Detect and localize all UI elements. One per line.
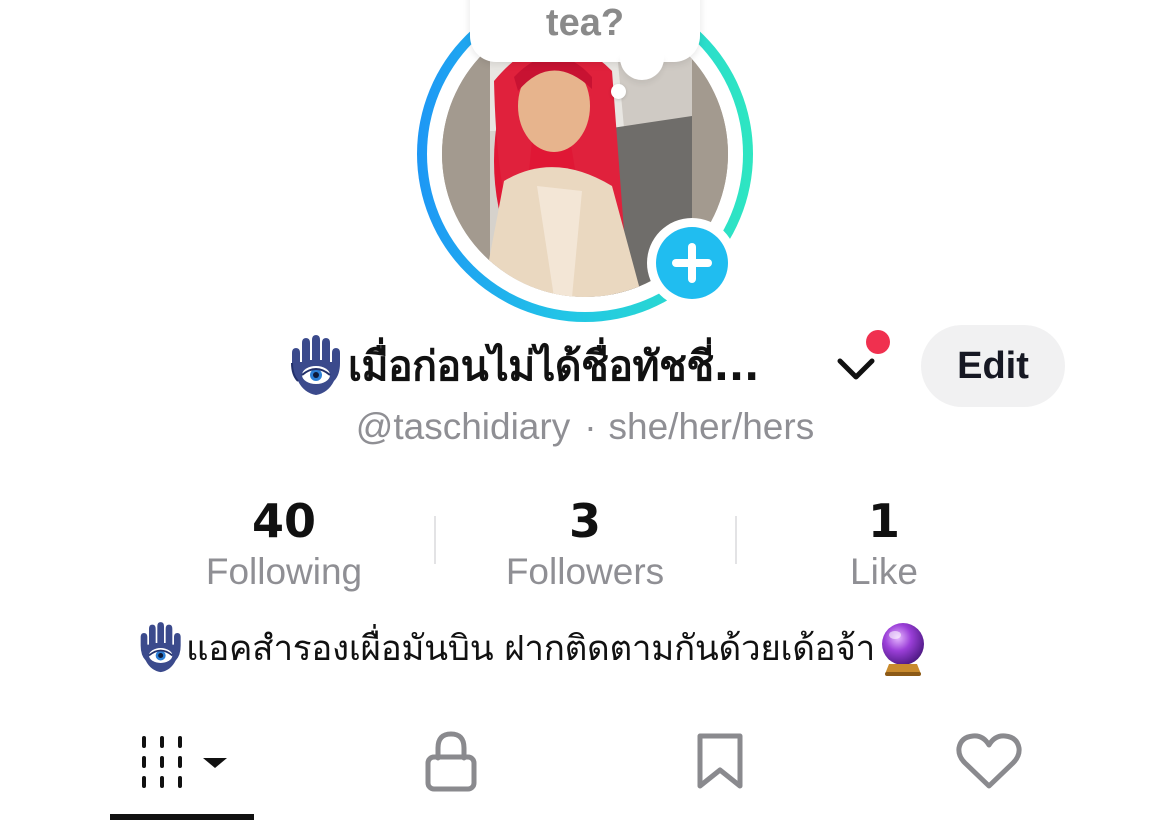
username-row: @taschidiary · she/her/hers xyxy=(0,406,1170,448)
caret-down-icon xyxy=(203,758,227,768)
username: @taschidiary xyxy=(355,406,571,447)
edit-profile-button[interactable]: Edit xyxy=(921,325,1065,407)
story-note-bubble[interactable]: tea? xyxy=(470,0,700,62)
tab-videos[interactable] xyxy=(110,722,254,820)
profile-display-name: เมื่อก่อนไม่ได้ชื่อทัชชี่... xyxy=(348,341,759,390)
bio[interactable]: แอคสำรองเผื่อมันบิน ฝากติดตามกันด้วยเด้อ… xyxy=(134,620,929,676)
following-count: 40 xyxy=(251,494,316,548)
stat-likes[interactable]: 1 Like xyxy=(734,494,1034,596)
stat-following[interactable]: 40 Following xyxy=(134,494,434,596)
crystal-ball-icon xyxy=(881,623,924,676)
following-label: Following xyxy=(205,551,363,592)
username-separator: · xyxy=(584,406,597,447)
add-story-circle xyxy=(656,227,728,299)
bookmark-icon xyxy=(697,733,743,789)
plus-icon xyxy=(672,243,712,283)
hamsa-icon xyxy=(291,335,340,395)
followers-label: Followers xyxy=(505,551,665,592)
stat-followers[interactable]: 3 Followers xyxy=(435,494,735,596)
profile-name-row: เมื่อก่อนไม่ได้ชื่อทัชชี่... xyxy=(284,334,759,398)
add-story-button[interactable] xyxy=(647,218,737,308)
tab-private[interactable] xyxy=(410,722,492,820)
hamsa-icon xyxy=(140,622,181,673)
lock-icon xyxy=(425,731,477,792)
followers-count: 3 xyxy=(568,494,601,548)
profile-screen: tea? เมื่อก่อนไม่ได้ชื่อทัชชี่... Edit @… xyxy=(0,0,1170,820)
heart-icon xyxy=(956,733,1022,789)
pronouns: she/her/hers xyxy=(608,406,815,447)
likes-count: 1 xyxy=(867,494,900,548)
selected-tab-indicator xyxy=(110,814,254,820)
bio-text: แอคสำรองเผื่อมันบิน ฝากติดตามกันด้วยเด้อ… xyxy=(186,628,875,669)
tab-favorites[interactable] xyxy=(680,722,760,820)
notification-dot xyxy=(866,330,890,354)
tab-liked[interactable] xyxy=(950,722,1028,820)
grid-icon xyxy=(142,736,227,788)
story-note-text: tea? xyxy=(545,2,625,44)
likes-label: Like xyxy=(850,551,918,592)
story-note-dot xyxy=(611,84,626,99)
